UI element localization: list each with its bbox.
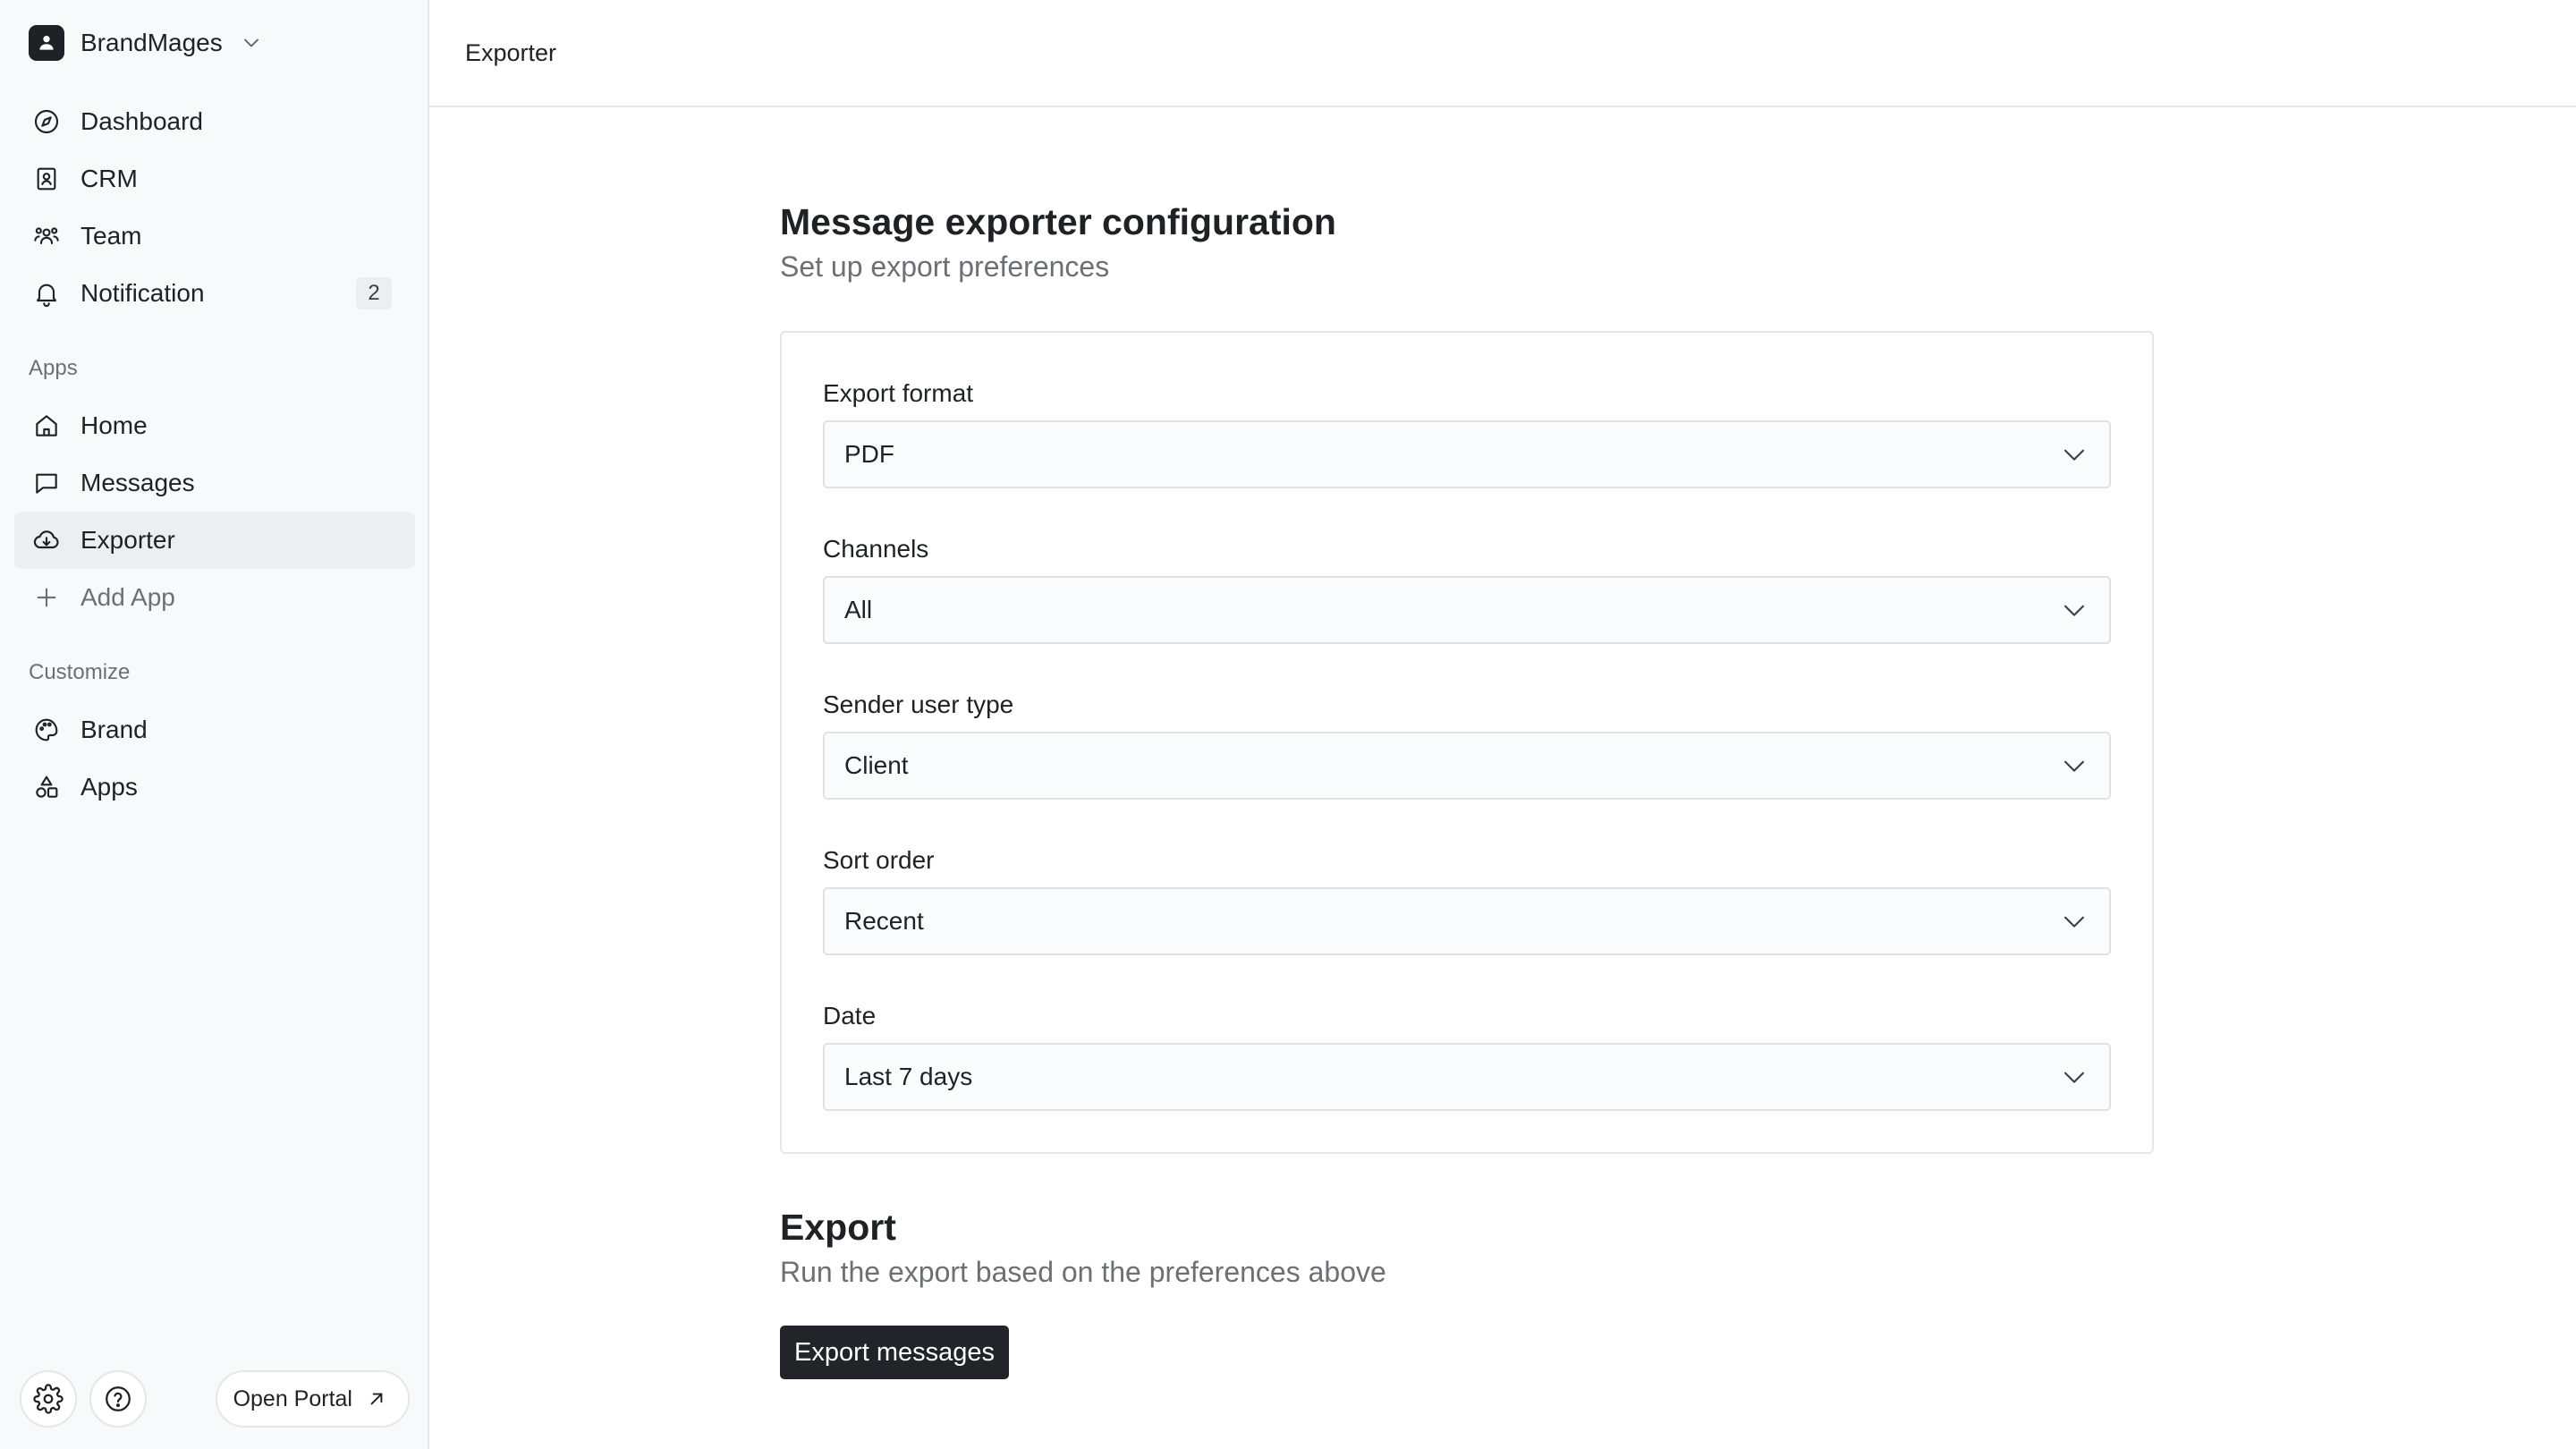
sidebar-item-team[interactable]: Team: [14, 208, 415, 265]
sidebar-item-label: Exporter: [80, 526, 175, 554]
palette-icon: [32, 716, 61, 744]
channels-field: Channels All: [823, 533, 2111, 644]
date-select[interactable]: Last 7 days: [823, 1043, 2111, 1111]
field-label: Sort order: [823, 846, 935, 874]
sort-order-field: Sort order Recent: [823, 844, 2111, 955]
sidebar-item-brand[interactable]: Brand: [14, 701, 415, 758]
plus-icon: [32, 583, 61, 612]
section-label-apps: Apps: [29, 356, 78, 380]
sidebar-item-apps[interactable]: Apps: [14, 758, 415, 816]
sidebar-item-exporter[interactable]: Exporter: [14, 512, 415, 569]
compass-icon: [32, 107, 61, 136]
sidebar-item-dashboard[interactable]: Dashboard: [14, 93, 415, 150]
exporter-page: Message exporter configuration Set up ex…: [780, 199, 2154, 1379]
configuration-card: Export format PDF Channels All Sender us…: [780, 331, 2154, 1154]
sidebar-item-label: Dashboard: [80, 107, 203, 135]
workspace-name: BrandMages: [80, 29, 223, 56]
sidebar-footer: Open Portal: [20, 1370, 410, 1428]
apps-nav: Home Messages Exporter Add App: [14, 397, 415, 626]
sender-user-type-field: Sender user type Client: [823, 689, 2111, 800]
team-icon: [32, 222, 61, 250]
sidebar-item-label: Home: [80, 411, 148, 439]
settings-button[interactable]: [20, 1370, 77, 1428]
chevron-down-icon: [2064, 760, 2084, 772]
notification-count-badge: 2: [356, 277, 392, 309]
gear-icon: [33, 1384, 64, 1414]
customize-nav: Brand Apps: [14, 701, 415, 816]
sidebar-item-label: Messages: [80, 469, 195, 496]
sidebar-item-label: Team: [80, 222, 142, 250]
main-nav: Dashboard CRM Team Notification 2: [14, 93, 415, 322]
page-subtitle: Set up export preferences: [780, 250, 1110, 283]
sidebar-item-notification[interactable]: Notification 2: [14, 265, 415, 322]
top-bar: Exporter: [429, 0, 2576, 107]
help-button[interactable]: [89, 1370, 147, 1428]
breadcrumb: Exporter: [465, 38, 557, 66]
page-title: Message exporter configuration: [780, 201, 1336, 242]
shapes-icon: [32, 773, 61, 801]
select-value: Client: [844, 751, 909, 779]
export-format-field: Export format PDF: [823, 377, 2111, 488]
field-label: Date: [823, 1002, 877, 1030]
bell-icon: [32, 279, 61, 308]
sidebar-item-add-app[interactable]: Add App: [14, 569, 415, 626]
select-value: Last 7 days: [844, 1063, 973, 1090]
main-content: Exporter Message exporter configuration …: [429, 0, 2576, 1449]
cloud-download-icon: [32, 526, 61, 555]
select-value: All: [844, 596, 873, 623]
chevron-down-icon: [2064, 1072, 2084, 1083]
channels-select[interactable]: All: [823, 576, 2111, 644]
sidebar: BrandMages Dashboard CRM Team Notificati…: [0, 0, 429, 1449]
chevron-down-icon: [2064, 605, 2084, 616]
sidebar-item-label: Apps: [80, 773, 138, 801]
export-section-title: Export: [780, 1207, 896, 1248]
contact-book-icon: [32, 165, 61, 193]
open-portal-button[interactable]: Open Portal: [215, 1370, 410, 1428]
chevron-down-icon: [2064, 916, 2084, 928]
app-root: BrandMages Dashboard CRM Team Notificati…: [0, 0, 2576, 1449]
section-label-customize: Customize: [29, 660, 131, 684]
arrow-up-right-icon: [370, 1393, 383, 1405]
sidebar-item-label: CRM: [80, 165, 138, 192]
contact-card-icon: [29, 25, 64, 61]
field-label: Export format: [823, 379, 974, 407]
open-portal-label: Open Portal: [233, 1385, 352, 1411]
home-icon: [32, 411, 61, 440]
select-value: Recent: [844, 907, 924, 935]
message-icon: [32, 469, 61, 497]
chevron-down-icon: [243, 38, 258, 47]
field-label: Channels: [823, 535, 929, 563]
field-label: Sender user type: [823, 691, 1014, 718]
export-format-select[interactable]: PDF: [823, 420, 2111, 488]
sort-order-select[interactable]: Recent: [823, 887, 2111, 955]
sidebar-item-messages[interactable]: Messages: [14, 454, 415, 512]
export-section-subtitle: Run the export based on the preferences …: [780, 1256, 1386, 1288]
sender-user-type-select[interactable]: Client: [823, 732, 2111, 800]
sidebar-item-label: Add App: [80, 583, 175, 611]
sidebar-item-home[interactable]: Home: [14, 397, 415, 454]
chevron-down-icon: [2064, 449, 2084, 461]
sidebar-item-label: Notification: [80, 279, 205, 307]
workspace-switcher[interactable]: BrandMages: [29, 25, 264, 61]
sidebar-item-crm[interactable]: CRM: [14, 150, 415, 208]
help-circle-icon: [106, 1386, 131, 1411]
date-field: Date Last 7 days: [823, 1000, 2111, 1111]
sidebar-item-label: Brand: [80, 716, 148, 743]
select-value: PDF: [844, 440, 894, 468]
export-messages-button[interactable]: Export messages: [780, 1326, 1010, 1379]
